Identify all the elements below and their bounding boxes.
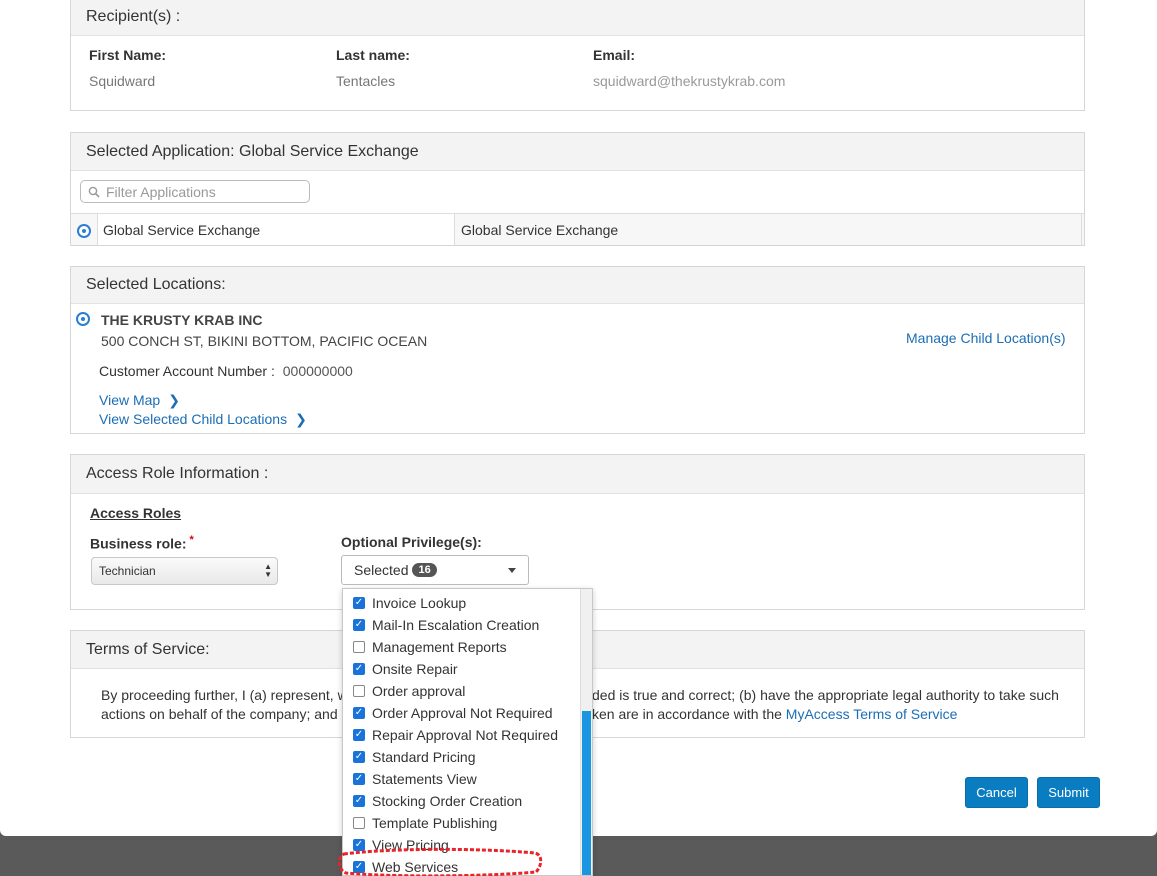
view-map-label: View Map	[99, 392, 161, 408]
chevron-right-icon: ❯	[168, 392, 180, 408]
email-label: Email:	[593, 47, 636, 63]
checkbox-unchecked-icon[interactable]	[353, 817, 365, 829]
recipients-panel: Recipient(s) : First Name: Squidward Las…	[70, 0, 1085, 111]
application-header: Selected Application: Global Service Exc…	[71, 133, 1084, 171]
application-panel: Selected Application: Global Service Exc…	[70, 132, 1085, 246]
privilege-option-label: Standard Pricing	[372, 749, 476, 765]
privilege-option-label: Statements View	[372, 771, 477, 787]
application-row[interactable]: Global Service Exchange Global Service E…	[71, 213, 1084, 245]
business-role-label: Business role: *	[90, 534, 194, 552]
application-row-desc-cell: Global Service Exchange	[456, 214, 1082, 245]
privilege-option[interactable]: ✓ Onsite Repair	[353, 658, 458, 680]
location-address: 500 CONCH ST, BIKINI BOTTOM, PACIFIC OCE…	[101, 333, 428, 349]
access-roles-heading: Access Roles	[90, 505, 182, 521]
access-role-panel: Access Role Information : Access Roles B…	[70, 454, 1085, 610]
filter-applications-input[interactable]: Filter Applications	[80, 180, 310, 203]
view-child-locations-link[interactable]: View Selected Child Locations ❯	[99, 411, 307, 428]
checkbox-checked-icon[interactable]: ✓	[353, 663, 365, 675]
privileges-selected-label: Selected	[354, 562, 409, 578]
email-value: squidward@thekrustykrab.com	[593, 73, 786, 89]
recipients-header: Recipient(s) :	[71, 0, 1084, 36]
submit-button[interactable]: Submit	[1037, 777, 1100, 808]
application-title: Selected Application: Global Service Exc…	[86, 142, 419, 160]
application-row-name-cell: Global Service Exchange	[97, 214, 455, 245]
cancel-button[interactable]: Cancel	[965, 777, 1028, 808]
caret-down-icon	[508, 568, 516, 573]
highlight-annotation	[337, 847, 543, 876]
manage-child-locations-link[interactable]: Manage Child Location(s)	[906, 330, 1066, 346]
checkbox-checked-icon[interactable]: ✓	[353, 619, 365, 631]
search-icon	[88, 186, 100, 198]
privilege-option[interactable]: ✓ Repair Approval Not Required	[353, 724, 558, 746]
privileges-dropdown-list[interactable]: ✓ Invoice Lookup ✓ Mail-In Escalation Creat…	[342, 588, 593, 876]
privilege-option-label: Order Approval Not Required	[372, 705, 553, 721]
privileges-count-badge: 16	[412, 563, 437, 577]
optional-privileges-dropdown-button[interactable]: Selected 16	[341, 555, 529, 585]
access-role-title: Access Role Information :	[86, 465, 269, 482]
privilege-option[interactable]: Template Publishing	[353, 812, 497, 834]
location-radio[interactable]	[76, 312, 90, 326]
application-row-desc: Global Service Exchange	[461, 221, 619, 238]
privilege-option[interactable]: ✓ Invoice Lookup	[353, 592, 466, 614]
privilege-option-label: Template Publishing	[372, 815, 498, 831]
privilege-option-label: Order approval	[372, 683, 466, 699]
account-number-value: 000000000	[282, 363, 353, 379]
location-company: THE KRUSTY KRAB INC	[101, 312, 263, 328]
required-mark: *	[189, 534, 194, 546]
application-row-name: Global Service Exchange	[103, 221, 261, 238]
first-name-value: Squidward	[89, 73, 156, 89]
checkbox-checked-icon[interactable]: ✓	[353, 773, 365, 785]
privilege-option[interactable]: Management Reports	[353, 636, 507, 658]
application-radio[interactable]	[77, 224, 91, 238]
terms-line-2-right: ken are in accordance with the MyAccess …	[592, 706, 958, 722]
locations-title: Selected Locations:	[86, 276, 226, 293]
last-name-value: Tentacles	[336, 73, 396, 89]
account-number-row: Customer Account Number : 000000000	[99, 363, 353, 379]
locations-header: Selected Locations:	[71, 267, 1084, 304]
terms-of-service-link[interactable]: MyAccess Terms of Service	[786, 706, 958, 722]
locations-panel: Selected Locations: THE KRUSTY KRAB INC …	[70, 266, 1085, 434]
first-name-label: First Name:	[89, 47, 167, 63]
account-number-label: Customer Account Number :	[99, 363, 275, 379]
checkbox-checked-icon[interactable]: ✓	[353, 795, 365, 807]
privilege-option-label: Invoice Lookup	[372, 595, 467, 611]
checkbox-checked-icon[interactable]: ✓	[353, 729, 365, 741]
privilege-option[interactable]: ✓ Standard Pricing	[353, 746, 476, 768]
filter-placeholder: Filter Applications	[106, 183, 216, 200]
chevron-right-icon: ❯	[295, 411, 307, 427]
terms-line-1-left: By proceeding further, I (a) represent, …	[101, 687, 356, 703]
checkbox-checked-icon[interactable]: ✓	[353, 597, 365, 609]
checkbox-unchecked-icon[interactable]	[353, 641, 365, 653]
access-role-header: Access Role Information :	[71, 455, 1084, 494]
scrollbar-track[interactable]	[580, 589, 592, 875]
privilege-option-label: Stocking Order Creation	[372, 793, 523, 809]
terms-line-2-left: actions on behalf of the company; and (	[101, 706, 347, 722]
view-child-locations-label: View Selected Child Locations	[99, 411, 288, 427]
business-role-value: Technician	[99, 564, 156, 578]
view-map-link[interactable]: View Map ❯	[99, 392, 180, 409]
privilege-option-label: Mail-In Escalation Creation	[372, 617, 540, 633]
privilege-option[interactable]: ✓ Stocking Order Creation	[353, 790, 522, 812]
privilege-option[interactable]: ✓ Statements View	[353, 768, 477, 790]
terms-line-1-right: ded is true and correct; (b) have the ap…	[592, 687, 1059, 703]
privilege-option-label: Onsite Repair	[372, 661, 458, 677]
privilege-option[interactable]: ✓ Order Approval Not Required	[353, 702, 553, 724]
last-name-label: Last name:	[336, 47, 410, 63]
recipients-title: Recipient(s) :	[86, 8, 181, 25]
terms-title: Terms of Service:	[86, 640, 210, 658]
privilege-option[interactable]: ✓ Mail-In Escalation Creation	[353, 614, 539, 636]
privilege-option[interactable]: Order approval	[353, 680, 465, 702]
privilege-option-label: Management Reports	[372, 639, 507, 655]
business-role-select[interactable]: Technician ▲ ▼	[91, 557, 278, 585]
optional-privileges-label: Optional Privilege(s):	[341, 534, 482, 550]
checkbox-unchecked-icon[interactable]	[353, 685, 365, 697]
select-arrows-icon: ▲ ▼	[264, 562, 272, 579]
privilege-option-label: Repair Approval Not Required	[372, 727, 558, 743]
checkbox-checked-icon[interactable]: ✓	[353, 707, 365, 719]
checkbox-checked-icon[interactable]: ✓	[353, 751, 365, 763]
scrollbar-thumb[interactable]	[582, 711, 591, 875]
